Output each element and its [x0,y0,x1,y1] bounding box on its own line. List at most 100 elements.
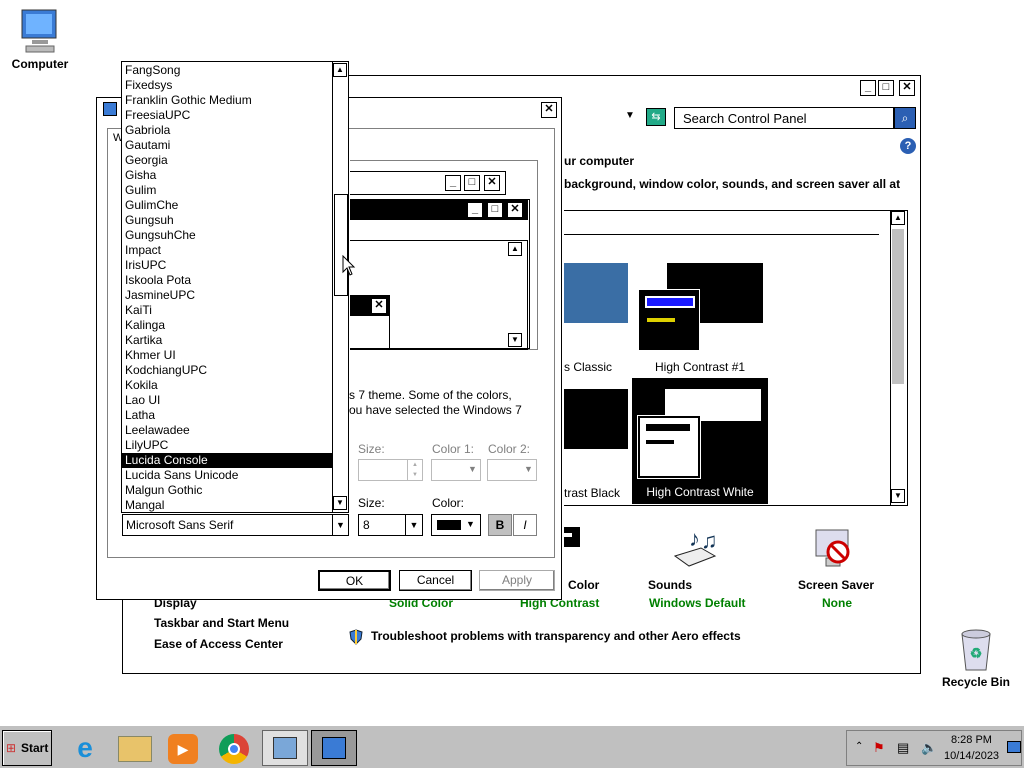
font-list-item[interactable]: Gisha [122,168,333,183]
scroll-thumb[interactable] [892,229,904,384]
font-size-dropdown[interactable]: 8 ▼ [358,514,423,536]
item-size-spinner[interactable]: ▲ ▼ [358,459,423,481]
show-desktop-button[interactable] [1007,741,1021,753]
font-color-dropdown[interactable]: ▼ [431,514,481,536]
theme-label: High Contrast White [646,485,754,499]
font-dropdown-arrow[interactable]: ▼ [332,515,348,535]
font-list-item[interactable]: Malgun Gothic [122,483,333,498]
font-list-item[interactable]: Kartika [122,333,333,348]
color1-dropdown[interactable]: ▼ [431,459,481,481]
dialog-info-text: s 7 theme. Some of the colors, [349,388,512,402]
font-dropdown[interactable]: Microsoft Sans Serif ▼ [122,514,349,536]
screen-saver-icon[interactable] [812,526,858,572]
desktop-icon-recycle-bin[interactable]: ♻ Recycle Bin [936,626,1016,689]
help-icon[interactable]: ? [900,138,916,154]
network-icon[interactable]: ▤ [897,740,909,756]
italic-toggle[interactable]: I [513,514,537,536]
taskbar-chrome-icon[interactable] [219,734,249,764]
taskbar-explorer-icon[interactable] [118,736,152,762]
font-list-item[interactable]: FangSong [122,63,333,78]
sounds-icon[interactable]: ♪ ♫ [671,526,721,572]
scroll-up-arrow[interactable]: ▲ [333,63,347,77]
font-list-item[interactable]: Iskoola Pota [122,273,333,288]
color-label[interactable]: Color [568,578,599,592]
search-input[interactable]: Search Control Panel [674,107,894,129]
font-list-item[interactable]: Mangal [122,498,333,513]
clock-date[interactable]: 10/14/2023 [944,750,999,762]
sounds-label[interactable]: Sounds [648,578,692,592]
font-dropdown-list[interactable]: FangSong Fixedsys Franklin Gothic Medium Fr… [121,61,349,513]
window-color-preview[interactable] [564,527,580,547]
bold-toggle[interactable]: B [488,514,512,536]
apply-button[interactable]: Apply [479,570,555,591]
screen-saver-value[interactable]: None [822,596,852,610]
system-tray: ⌃ ⚑ ▤ 🔈 8:28 PM 10/14/2023 [846,730,1022,766]
font-list-item[interactable]: Kokila [122,378,333,393]
font-list-item[interactable]: Lao UI [122,393,333,408]
font-list-scrollbar[interactable]: ▲ ▼ [332,62,348,512]
theme-list-scrollbar[interactable]: ▲ ▼ [890,211,906,505]
desktop-icon-computer[interactable]: Computer [0,8,80,71]
font-list-item[interactable]: Fixedsys [122,78,333,93]
taskbar-appearance-button[interactable] [311,730,357,766]
taskbar-control-panel-button[interactable] [262,730,308,766]
font-list-item[interactable]: GulimChe [122,198,333,213]
font-list-item[interactable]: Gungsuh [122,213,333,228]
font-list-item[interactable]: KodchiangUPC [122,363,333,378]
font-list-item[interactable]: Gabriola [122,123,333,138]
font-list-item[interactable]: JasmineUPC [122,288,333,303]
dialog-close-button[interactable]: ✕ [541,102,557,118]
scroll-down-arrow[interactable]: ▼ [333,496,347,510]
preview-area: _ □ ✕ _ □ ✕ ▲ ▼ ✕ [350,160,538,350]
theme-high-contrast-white[interactable]: High Contrast White [632,378,768,504]
theme-high-contrast-1[interactable] [638,263,763,351]
font-list-item[interactable]: IrisUPC [122,258,333,273]
cancel-button[interactable]: Cancel [399,570,472,591]
start-button[interactable]: ⊞ Start [2,730,52,766]
color2-dropdown[interactable]: ▼ [487,459,537,481]
search-icon[interactable]: ⌕ [894,107,916,129]
show-hidden-icons[interactable]: ⌃ [855,741,863,752]
close-button[interactable]: ✕ [899,80,915,96]
font-list-item[interactable]: Kalinga [122,318,333,333]
font-list-item[interactable]: Georgia [122,153,333,168]
preview-msg-close: ✕ [371,298,387,314]
font-list-item[interactable]: Lucida Console [122,453,333,468]
ok-button[interactable]: OK [318,570,391,591]
scroll-thumb[interactable] [334,194,348,296]
font-list-item[interactable]: Khmer UI [122,348,333,363]
font-list-item[interactable]: KaiTi [122,303,333,318]
refresh-button[interactable]: ⇆ [646,108,666,126]
font-list-item[interactable]: LilyUPC [122,438,333,453]
minimize-button[interactable]: _ [860,80,876,96]
font-list-item[interactable]: Gautami [122,138,333,153]
font-list-item[interactable]: Gulim [122,183,333,198]
font-list-item[interactable]: Lucida Sans Unicode [122,468,333,483]
clock-time[interactable]: 8:28 PM [951,734,992,746]
screen-saver-label[interactable]: Screen Saver [798,578,874,592]
font-list-item[interactable]: Franklin Gothic Medium [122,93,333,108]
windows-logo-icon: ⊞ [6,741,17,755]
font-size-label: Size: [358,496,385,510]
font-list-item[interactable]: GungsuhChe [122,228,333,243]
theme-classic[interactable] [564,263,628,323]
taskbar-ie-icon[interactable]: e [68,732,102,764]
address-dropdown-arrow[interactable]: ▼ [625,110,635,121]
volume-icon[interactable]: 🔈 [921,740,937,756]
font-list-item[interactable]: FreesiaUPC [122,108,333,123]
scroll-down-arrow[interactable]: ▼ [891,489,905,503]
font-list-item[interactable]: Latha [122,408,333,423]
taskbar-media-player-icon[interactable]: ▶ [168,734,198,764]
action-center-icon[interactable]: ⚑ [873,740,885,756]
font-list-item[interactable]: Leelawadee [122,423,333,438]
desktop-icon-label: Computer [11,57,69,71]
font-list-item[interactable]: Impact [122,243,333,258]
see-also-taskbar[interactable]: Taskbar and Start Menu [154,616,289,630]
svg-text:♪: ♪ [689,526,700,551]
maximize-button[interactable]: □ [878,80,894,96]
troubleshoot-link[interactable]: Troubleshoot problems with transparency … [371,629,741,643]
theme-high-contrast-black[interactable] [564,389,628,449]
see-also-ease[interactable]: Ease of Access Center [154,637,283,651]
sounds-value[interactable]: Windows Default [649,596,746,610]
scroll-up-arrow[interactable]: ▲ [891,211,905,225]
